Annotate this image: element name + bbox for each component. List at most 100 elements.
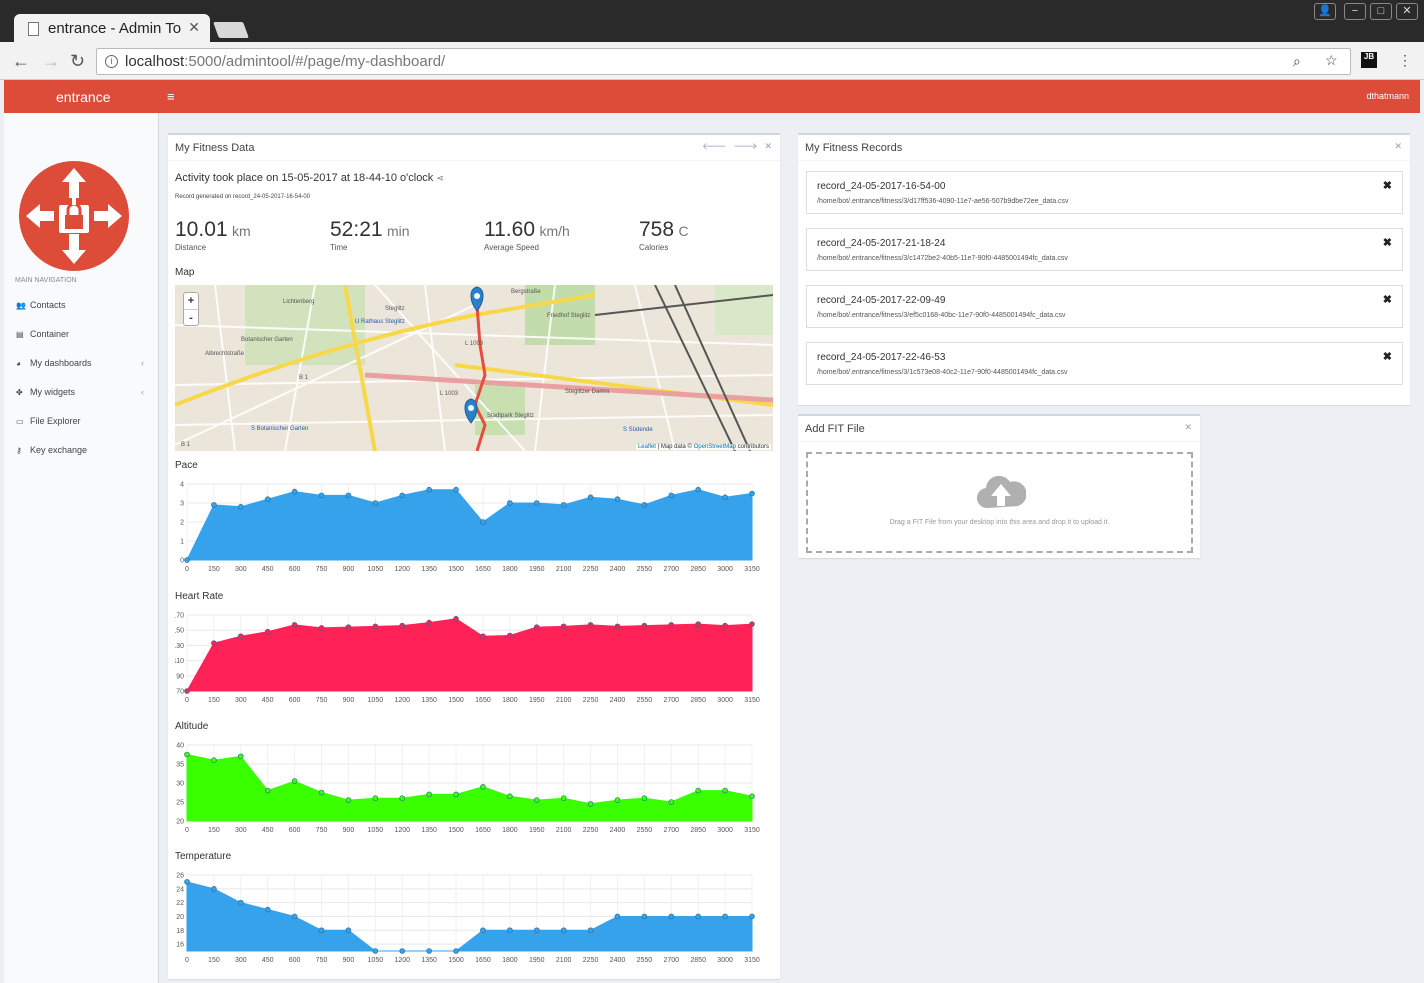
- stat-calories: 758 C Calories: [639, 218, 689, 252]
- leaflet-link[interactable]: Leaflet: [638, 444, 656, 450]
- x-tick-label: 1800: [502, 957, 518, 964]
- back-icon[interactable]: ←: [12, 51, 30, 72]
- brand-logo-text[interactable]: entrance: [56, 89, 110, 105]
- data-point: [426, 619, 432, 626]
- sidebar-item-contacts[interactable]: 👥 Contacts: [16, 300, 66, 310]
- record-item[interactable]: record_24-05-2017-16-54-00/home/bot/.ent…: [806, 171, 1403, 214]
- y-tick-label: 16: [176, 942, 184, 949]
- close-icon[interactable]: ✕: [1184, 422, 1192, 432]
- widget-title: My Fitness Data: [175, 142, 255, 154]
- osm-link[interactable]: OpenStreetMap: [694, 444, 736, 450]
- close-tab-icon[interactable]: ✕: [188, 19, 200, 36]
- sidebar-item-my-dashboards[interactable]: ◕ My dashboards ‹: [16, 358, 144, 368]
- data-point: [587, 622, 594, 628]
- data-point: [641, 913, 648, 920]
- x-tick-label: 1200: [394, 697, 410, 704]
- data-point: [264, 787, 271, 794]
- browser-tab[interactable]: entrance - Admin To ✕: [14, 14, 210, 44]
- stat-value: 11.60: [484, 218, 535, 241]
- data-point: [749, 621, 755, 627]
- map-label: Stadtpark Steglitz: [487, 413, 534, 419]
- sidebar-item-container[interactable]: ▤ Container: [16, 329, 69, 339]
- arrow-left-icon[interactable]: 🡐: [702, 141, 726, 151]
- data-point: [291, 488, 298, 495]
- data-point: [372, 623, 379, 630]
- reload-icon[interactable]: ↻: [70, 51, 85, 72]
- data-point: [184, 751, 190, 758]
- share-icon[interactable]: ⋖: [436, 173, 444, 183]
- sidebar-item-label: My widgets: [30, 387, 76, 397]
- sidebar-item-my-widgets[interactable]: ✤ My widgets ‹: [16, 387, 144, 397]
- map-tiles: Steglitz U Rathaus Steglitz L 1003 L 100…: [175, 285, 773, 451]
- x-tick-label: 750: [316, 957, 328, 964]
- y-tick-label: 40: [176, 743, 184, 750]
- info-icon[interactable]: i: [105, 55, 118, 68]
- forward-icon[interactable]: →: [42, 51, 60, 72]
- x-tick-label: 750: [316, 827, 328, 834]
- record-name: record_24-05-2017-16-54-00: [817, 181, 946, 192]
- delete-record-icon[interactable]: ✖: [1383, 293, 1392, 306]
- search-icon[interactable]: ⌕: [1293, 53, 1301, 70]
- data-point: [291, 622, 298, 628]
- jetbrains-extension-icon[interactable]: JB: [1361, 52, 1377, 68]
- data-point: [345, 927, 352, 934]
- x-tick-label: 2550: [637, 957, 653, 964]
- x-tick-label: 450: [262, 697, 274, 704]
- profile-icon[interactable]: 👤: [1314, 3, 1336, 20]
- x-tick-label: 2550: [637, 566, 653, 573]
- x-tick-label: 1800: [502, 566, 518, 573]
- zoom-out-button[interactable]: -: [184, 310, 198, 326]
- zoom-in-button[interactable]: +: [184, 293, 198, 310]
- data-point: [668, 913, 675, 920]
- sidebar-item-key-exchange[interactable]: ⚷ Key exchange: [16, 445, 87, 455]
- map-heading: Map: [175, 267, 195, 278]
- record-item[interactable]: record_24-05-2017-22-46-53/home/bot/.ent…: [806, 342, 1403, 385]
- x-tick-label: 2100: [556, 827, 572, 834]
- data-point: [264, 496, 271, 503]
- arrow-right-icon[interactable]: 🡒: [733, 141, 757, 151]
- route-map[interactable]: Steglitz U Rathaus Steglitz L 1003 L 100…: [175, 285, 773, 451]
- data-point: [695, 913, 701, 920]
- sidebar-item-file-explorer[interactable]: ▭ File Explorer: [16, 416, 81, 426]
- map-label: B 1: [181, 442, 191, 448]
- tab-title: entrance - Admin To: [48, 20, 182, 37]
- x-tick-label: 1950: [529, 827, 545, 834]
- delete-record-icon[interactable]: ✖: [1383, 179, 1392, 192]
- data-point: [480, 783, 486, 790]
- x-tick-label: 2700: [663, 827, 679, 834]
- delete-record-icon[interactable]: ✖: [1383, 350, 1392, 363]
- stat-distance: 10.01 km Distance: [175, 218, 251, 252]
- data-point: [211, 640, 217, 646]
- user-menu[interactable]: dthatmann: [1366, 91, 1409, 101]
- x-tick-label: 2850: [690, 697, 706, 704]
- maximize-icon[interactable]: □: [1370, 3, 1392, 20]
- x-tick-label: 900: [343, 566, 355, 573]
- minimize-icon[interactable]: −: [1344, 3, 1366, 20]
- x-tick-label: 3150: [744, 957, 760, 964]
- new-tab-button[interactable]: [213, 22, 249, 38]
- data-point: [480, 633, 486, 640]
- x-tick-label: 150: [208, 957, 220, 964]
- delete-record-icon[interactable]: ✖: [1383, 236, 1392, 249]
- close-window-icon[interactable]: ✕: [1396, 3, 1418, 20]
- stat-value: 10.01: [175, 218, 228, 241]
- entrance-logo: [19, 161, 129, 271]
- x-tick-label: 750: [316, 566, 328, 573]
- x-tick-label: 3150: [744, 827, 760, 834]
- close-icon[interactable]: ✕: [764, 141, 772, 151]
- y-tick-label: 130: [175, 643, 184, 650]
- x-tick-label: 0: [185, 957, 189, 964]
- url-path: :5000/admintool/#/page/my-dashboard/: [184, 53, 446, 70]
- record-item[interactable]: record_24-05-2017-21-18-24/home/bot/.ent…: [806, 228, 1403, 271]
- widget-tools: ✕: [1387, 141, 1402, 152]
- close-icon[interactable]: ✕: [1394, 141, 1402, 151]
- address-bar[interactable]: i localhost:5000/admintool/#/page/my-das…: [96, 48, 1351, 75]
- heart-rate-chart: 70 90 110 130 150 170 0 150 300 450 600 750 900 1050 1…: [175, 613, 760, 705]
- star-icon[interactable]: ☆: [1325, 52, 1338, 69]
- record-item[interactable]: record_24-05-2017-22-09-49/home/bot/.ent…: [806, 285, 1403, 328]
- sidebar-toggle-icon[interactable]: ≡: [167, 89, 175, 104]
- fit-file-dropzone[interactable]: Drag a FIT File from your desktop into t…: [806, 452, 1193, 553]
- x-tick-label: 2700: [663, 957, 679, 964]
- widget-header: Add FIT File ✕: [798, 416, 1200, 442]
- menu-dots-icon[interactable]: ⋮: [1398, 52, 1412, 69]
